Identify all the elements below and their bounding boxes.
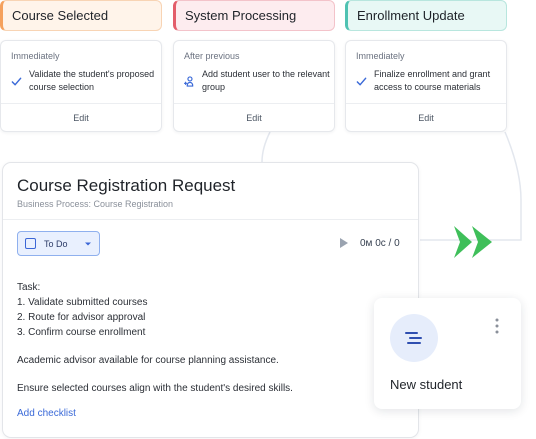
edit-button[interactable]: Edit	[174, 103, 334, 131]
step-timing: Immediately	[11, 51, 60, 61]
add-user-icon	[184, 76, 194, 87]
play-icon[interactable]	[339, 237, 349, 249]
step-action-text: Add student user to the relevant group	[202, 69, 330, 92]
step-action: Finalize enrollment and grant access to …	[356, 68, 502, 94]
step-body: Immediately Finalize enrollment and gran…	[345, 40, 507, 132]
step-action-text: Validate the student's proposed course s…	[29, 69, 155, 92]
task-line: 1. Validate submitted courses	[17, 297, 148, 308]
step-timing: Immediately	[356, 51, 405, 61]
student-label: New student	[390, 377, 463, 392]
task-card: Course Registration Request Business Pro…	[2, 162, 419, 438]
status-dropdown[interactable]: To Do	[17, 231, 100, 256]
task-title: Course Registration Request	[17, 176, 236, 195]
double-arrow-icon	[454, 226, 492, 258]
step-body: After previous Add student user to the r…	[173, 40, 335, 132]
task-line: Task:	[17, 282, 41, 293]
task-line: 3. Confirm course enrollment	[17, 327, 146, 338]
edit-button[interactable]: Edit	[1, 103, 161, 131]
step-action: Validate the student's proposed course s…	[11, 68, 157, 94]
step-action: Add student user to the relevant group	[184, 68, 330, 94]
divider	[3, 219, 418, 220]
time-tracker: 0м 0с / 0	[360, 238, 400, 249]
step-title: System Processing	[185, 8, 297, 23]
step-title: Course Selected	[12, 8, 109, 23]
step-header[interactable]: Enrollment Update	[345, 0, 507, 31]
status-checkbox-icon	[25, 238, 36, 249]
step-timing: After previous	[184, 51, 240, 61]
step-title: Enrollment Update	[357, 8, 465, 23]
task-note: Academic advisor available for course pl…	[17, 355, 279, 366]
step-card-enrollment-update: Enrollment Update Immediately Finalize e…	[345, 0, 507, 132]
task-subtitle: Business Process: Course Registration	[17, 199, 174, 209]
avatar	[390, 314, 438, 362]
task-note: Ensure selected courses align with the s…	[17, 383, 293, 394]
step-action-text: Finalize enrollment and grant access to …	[374, 69, 491, 92]
status-label: To Do	[44, 238, 68, 249]
chevron-down-icon	[85, 242, 91, 246]
new-student-card[interactable]: New student	[374, 298, 521, 409]
step-card-course-selected: Course Selected Immediately Validate the…	[0, 0, 162, 132]
step-body: Immediately Validate the student's propo…	[0, 40, 162, 132]
check-icon	[356, 77, 367, 86]
edit-button[interactable]: Edit	[346, 103, 506, 131]
add-checklist-link[interactable]: Add checklist	[17, 408, 76, 419]
list-icon	[405, 332, 422, 344]
task-line: 2. Route for advisor approval	[17, 312, 146, 323]
check-icon	[11, 77, 22, 86]
step-header[interactable]: System Processing	[173, 0, 335, 31]
step-header[interactable]: Course Selected	[0, 0, 162, 31]
more-options-icon[interactable]	[495, 318, 499, 334]
step-card-system-processing: System Processing After previous Add stu…	[173, 0, 335, 132]
task-description: Task: 1. Validate submitted courses 2. R…	[17, 280, 407, 396]
